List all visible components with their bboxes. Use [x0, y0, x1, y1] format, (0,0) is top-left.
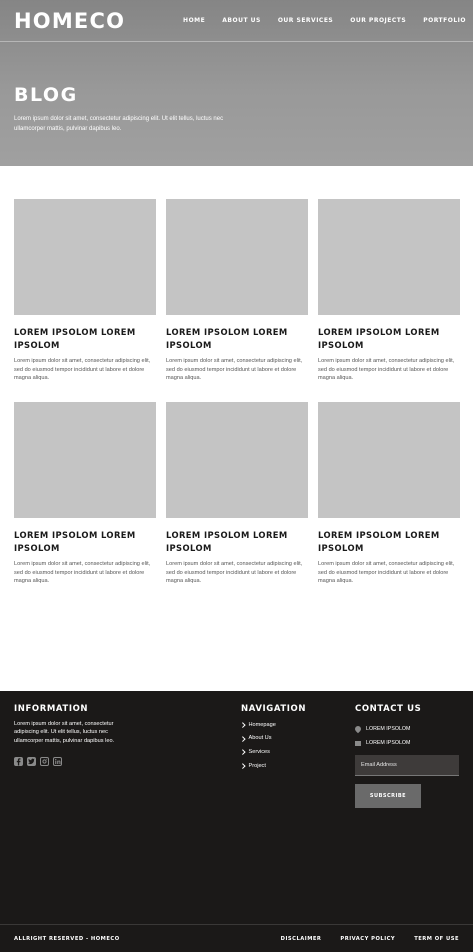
footer-nav-label[interactable]: Services: [249, 749, 270, 755]
post-excerpt: Lorem ipsum dolor sit amet, consectetur …: [14, 561, 151, 585]
facebook-icon[interactable]: [14, 757, 23, 766]
footer-nav-label[interactable]: About Us: [249, 735, 272, 741]
nav-about-us[interactable]: ABOUT US: [222, 17, 261, 24]
nav-portfolio[interactable]: PORTFOLIO: [423, 17, 466, 24]
term-of-use-link[interactable]: TERM OF USE: [414, 936, 459, 942]
blog-card[interactable]: LOREM IPSOLOM LOREM IPSOLOM Lorem ipsum …: [166, 199, 308, 383]
footer-nav-label[interactable]: Project: [249, 763, 266, 769]
post-excerpt: Lorem ipsum dolor sit amet, consectetur …: [166, 561, 303, 585]
top-nav: HOME ABOUT US OUR SERVICES OUR PROJECTS …: [166, 17, 466, 24]
footer-nav-about-us[interactable]: About Us: [240, 732, 276, 746]
post-image-placeholder[interactable]: [14, 402, 156, 518]
contact-heading: CONTACT US: [355, 704, 422, 714]
post-image-placeholder[interactable]: [318, 199, 460, 315]
hero-description: Lorem ipsum dolor sit amet, consectetur …: [14, 116, 224, 132]
post-image-placeholder[interactable]: [14, 199, 156, 315]
information-text: Lorem ipsum dolor sit amet, consectetur …: [14, 721, 115, 744]
nav-our-services[interactable]: OUR SERVICES: [278, 17, 333, 24]
chevron-right-icon: [240, 749, 246, 755]
footer-nav-label[interactable]: Homepage: [249, 722, 276, 728]
email-field[interactable]: [355, 755, 459, 776]
blog-card[interactable]: LOREM IPSOLOM LOREM IPSOLOM Lorem ipsum …: [14, 402, 156, 586]
information-heading: INFORMATION: [14, 704, 89, 714]
contact-email: LOREM IPSOLOM: [355, 740, 410, 746]
social-links: [14, 757, 62, 766]
post-title[interactable]: LOREM IPSOLOM LOREM IPSOLOM: [166, 326, 308, 351]
page-title: BLOG: [14, 84, 78, 106]
logo[interactable]: HOMECO: [14, 9, 125, 33]
privacy-policy-link[interactable]: PRIVACY POLICY: [340, 936, 395, 942]
post-image-placeholder[interactable]: [166, 402, 308, 518]
navigation-heading: NAVIGATION: [241, 704, 307, 714]
footer-nav-services[interactable]: Services: [240, 745, 276, 759]
map-pin-icon: [353, 724, 363, 734]
post-title[interactable]: LOREM IPSOLOM LOREM IPSOLOM: [318, 529, 460, 554]
subscribe-button[interactable]: SUBSCRIBE: [355, 784, 421, 808]
footer-nav-project[interactable]: Project: [240, 759, 276, 773]
post-excerpt: Lorem ipsum dolor sit amet, consectetur …: [14, 358, 151, 382]
contact-address-text: LOREM IPSOLOM: [366, 726, 411, 732]
footer-nav: Homepage About Us Services Project: [240, 718, 276, 773]
post-image-placeholder[interactable]: [318, 402, 460, 518]
post-excerpt: Lorem ipsum dolor sit amet, consectetur …: [166, 358, 303, 382]
post-excerpt: Lorem ipsum dolor sit amet, consectetur …: [318, 358, 455, 382]
site-footer: INFORMATION Lorem ipsum dolor sit amet, …: [0, 691, 473, 952]
header-divider: [0, 41, 473, 42]
nav-our-projects[interactable]: OUR PROJECTS: [350, 17, 406, 24]
copyright-text: ALLRIGHT RESERVED - HOMECO: [14, 936, 120, 942]
chevron-right-icon: [240, 722, 246, 728]
twitter-icon[interactable]: [27, 757, 36, 766]
footer-divider: [0, 924, 473, 925]
contact-email-text: LOREM IPSOLOM: [366, 740, 411, 746]
contact-address: LOREM IPSOLOM: [353, 724, 411, 734]
post-excerpt: Lorem ipsum dolor sit amet, consectetur …: [318, 561, 455, 585]
blog-card[interactable]: LOREM IPSOLOM LOREM IPSOLOM Lorem ipsum …: [318, 402, 460, 586]
blog-card[interactable]: LOREM IPSOLOM LOREM IPSOLOM Lorem ipsum …: [14, 199, 156, 383]
instagram-icon[interactable]: [40, 757, 49, 766]
post-title[interactable]: LOREM IPSOLOM LOREM IPSOLOM: [14, 529, 156, 554]
blog-card[interactable]: LOREM IPSOLOM LOREM IPSOLOM Lorem ipsum …: [166, 402, 308, 586]
disclaimer-link[interactable]: DISCLAIMER: [281, 936, 322, 942]
chevron-right-icon: [240, 763, 246, 769]
chevron-right-icon: [240, 735, 246, 741]
post-title[interactable]: LOREM IPSOLOM LOREM IPSOLOM: [166, 529, 308, 554]
blog-card[interactable]: LOREM IPSOLOM LOREM IPSOLOM Lorem ipsum …: [318, 199, 460, 383]
nav-home[interactable]: HOME: [183, 17, 205, 24]
hero-banner: HOMECO HOME ABOUT US OUR SERVICES OUR PR…: [0, 0, 473, 166]
footer-nav-homepage[interactable]: Homepage: [240, 718, 276, 732]
post-image-placeholder[interactable]: [166, 199, 308, 315]
legal-links: DISCLAIMER PRIVACY POLICY TERM OF USE: [262, 936, 459, 942]
post-title[interactable]: LOREM IPSOLOM LOREM IPSOLOM: [318, 326, 460, 351]
post-title[interactable]: LOREM IPSOLOM LOREM IPSOLOM: [14, 326, 156, 351]
envelope-icon: [355, 740, 361, 746]
linkedin-icon[interactable]: [53, 757, 62, 766]
